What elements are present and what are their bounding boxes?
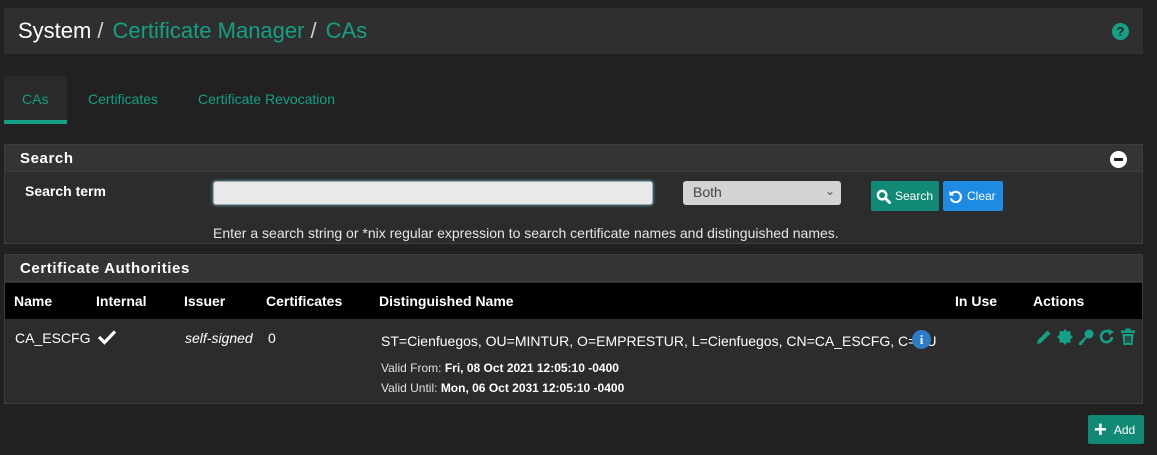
- search-panel: Search Search term Both ⌄ Search Clear E…: [4, 144, 1143, 244]
- search-scope-select[interactable]: Both ⌄: [683, 181, 841, 205]
- valid-until-value: Mon, 06 Oct 2031 12:05:10 -0400: [440, 381, 625, 395]
- tab-cas[interactable]: CAs: [4, 76, 67, 124]
- refresh-icon[interactable]: [1098, 328, 1116, 346]
- valid-from-value: Fri, 08 Oct 2021 12:05:10 -0400: [444, 361, 619, 375]
- column-header-name[interactable]: Name: [14, 293, 52, 309]
- tab-bar: CAs Certificates Certificate Revocation: [4, 76, 355, 124]
- column-header-actions: Actions: [1033, 293, 1085, 309]
- search-scope-value: Both: [693, 184, 722, 200]
- column-header-distinguished-name[interactable]: Distinguished Name: [379, 293, 514, 309]
- help-icon[interactable]: ?: [1112, 23, 1129, 40]
- breadcrumb-system: System: [18, 18, 92, 43]
- search-term-label: Search term: [25, 183, 106, 199]
- ca-valid-from: Valid From: Fri, 08 Oct 2021 12:05:10 -0…: [381, 361, 619, 375]
- trash-icon[interactable]: [1119, 328, 1137, 346]
- ca-name: CA_ESCFG: [15, 330, 91, 346]
- plus-icon: +: [1094, 416, 1107, 442]
- undo-icon: [949, 190, 962, 203]
- collapse-icon[interactable]: [1110, 151, 1127, 168]
- key-icon[interactable]: [1077, 328, 1095, 346]
- tab-certificates[interactable]: Certificates: [67, 76, 178, 124]
- clear-button-label: Clear: [967, 189, 996, 203]
- ca-valid-until: Valid Until: Mon, 06 Oct 2031 12:05:10 -…: [381, 381, 624, 395]
- table-header: Name Internal Issuer Certificates Distin…: [5, 283, 1142, 319]
- certificate-icon[interactable]: [1056, 328, 1074, 346]
- page-header: System / Certificate Manager / CAs ?: [4, 8, 1143, 54]
- tab-certificate-revocation[interactable]: Certificate Revocation: [178, 76, 355, 124]
- pencil-icon[interactable]: [1035, 328, 1053, 346]
- clear-button[interactable]: Clear: [943, 181, 1003, 211]
- row-actions: [1035, 328, 1137, 346]
- column-header-issuer[interactable]: Issuer: [184, 293, 225, 309]
- ca-distinguished-name: ST=Cienfuegos, OU=MINTUR, O=EMPRESTUR, L…: [381, 333, 937, 349]
- search-icon: [876, 189, 891, 204]
- column-header-certificates[interactable]: Certificates: [266, 293, 342, 309]
- add-button-label: Add: [1113, 422, 1136, 437]
- certificate-authorities-panel: Certificate Authorities Name Internal Is…: [4, 254, 1143, 404]
- ca-issuer: self-signed: [185, 330, 253, 346]
- table-row: CA_ESCFG self-signed 0 ST=Cienfuegos, OU…: [5, 319, 1142, 403]
- add-button[interactable]: + Add: [1088, 415, 1144, 444]
- search-button-label: Search: [895, 189, 934, 203]
- column-header-in-use[interactable]: In Use: [955, 293, 997, 309]
- column-header-internal[interactable]: Internal: [96, 293, 147, 309]
- search-panel-title: Search: [5, 145, 1142, 172]
- breadcrumb-separator: /: [97, 18, 104, 43]
- ca-panel-title: Certificate Authorities: [5, 255, 1142, 282]
- breadcrumb-separator: /: [310, 18, 317, 43]
- search-button[interactable]: Search: [871, 181, 939, 211]
- valid-from-label: Valid From:: [381, 361, 442, 375]
- breadcrumb-cas[interactable]: CAs: [326, 18, 368, 44]
- checkmark-icon: [97, 330, 117, 345]
- valid-until-label: Valid Until:: [381, 381, 438, 395]
- info-icon[interactable]: i: [912, 330, 931, 349]
- search-help-text: Enter a search string or *nix regular ex…: [213, 225, 839, 241]
- ca-certificates-count: 0: [268, 330, 276, 346]
- breadcrumb-certificate-manager[interactable]: Certificate Manager: [112, 18, 304, 44]
- search-input[interactable]: [213, 181, 653, 205]
- chevron-down-icon: ⌄: [824, 184, 835, 198]
